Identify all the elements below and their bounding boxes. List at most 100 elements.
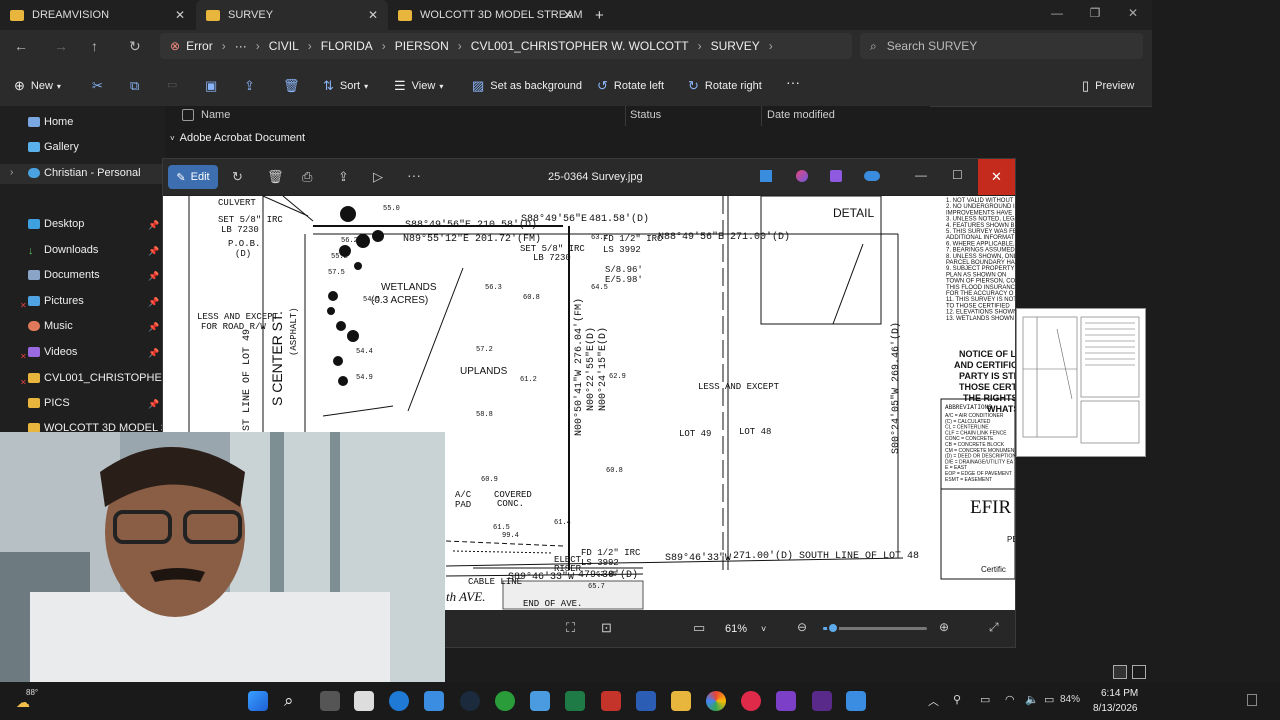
xbox-icon[interactable] (495, 691, 515, 711)
sidebar-item-onedrive[interactable]: Christian - Personal (28, 167, 141, 179)
photos-app-icon[interactable] (846, 691, 866, 711)
minimize-icon[interactable]: — (1038, 0, 1076, 30)
delete-icon[interactable]: 🗑 (267, 169, 284, 185)
view-button[interactable]: ☰ View ▾ (394, 78, 443, 94)
actual-size-icon[interactable]: ▭ (693, 620, 705, 636)
breadcrumb-florida[interactable]: FLORIDA (321, 39, 373, 53)
display-icon[interactable]: ▭ (980, 693, 990, 706)
close-viewer-button[interactable]: ✕ (978, 159, 1015, 195)
file-explorer-icon[interactable] (671, 691, 691, 711)
search-box[interactable]: ⌕ Search SURVEY (860, 33, 1143, 59)
refresh-icon[interactable]: ↻ (129, 38, 141, 55)
onedrive-icon[interactable] (864, 171, 880, 181)
minimize-icon[interactable]: — (915, 168, 927, 182)
app-icon[interactable] (776, 691, 796, 711)
new-button[interactable]: ⊕ New ▾ (14, 78, 61, 94)
close-tab-icon[interactable]: ✕ (368, 8, 378, 22)
photos-icon[interactable] (530, 691, 550, 711)
sidebar-item-desktop[interactable]: Desktop (28, 218, 84, 230)
up-arrow-icon[interactable]: ↑ (91, 38, 98, 54)
close-tab-icon[interactable]: ✕ (175, 8, 185, 22)
sidebar-item-downloads[interactable]: ↓ Downloads (28, 244, 98, 257)
breadcrumb-pierson[interactable]: PIERSON (395, 39, 449, 53)
network-icon[interactable]: ⚲ (953, 693, 961, 706)
designer-icon[interactable] (760, 170, 772, 182)
tab-dreamvision[interactable]: DREAMVISION ✕ (0, 0, 195, 30)
outlook-icon[interactable] (389, 691, 409, 711)
sidebar-item-documents[interactable]: Documents (28, 269, 100, 281)
details-view-icon[interactable] (1113, 665, 1127, 679)
word-icon[interactable] (636, 691, 656, 711)
app-icon[interactable] (354, 691, 374, 711)
set-background-button[interactable]: ▨ Set as background (472, 78, 582, 94)
excel-icon[interactable] (565, 691, 585, 711)
more-options-button[interactable]: ··· (786, 74, 800, 90)
zoom-in-icon[interactable]: ⊕ (939, 620, 949, 634)
fit-icon[interactable]: ⛶ (566, 620, 575, 636)
text-select-icon[interactable]: ⊡ (601, 620, 612, 636)
battery-icon[interactable]: ▭ (1044, 693, 1054, 706)
sidebar-item-home[interactable]: Home (28, 116, 73, 128)
sort-button[interactable]: ⇅ Sort ▾ (323, 78, 368, 94)
sidebar-item-music[interactable]: Music (28, 320, 73, 332)
sidebar-item-cvl001[interactable]: CVL001_CHRISTOPHER W (28, 372, 183, 384)
preview-button[interactable]: ▯ Preview (1082, 78, 1134, 94)
rotate-left-button[interactable]: ↺ Rotate left (597, 78, 664, 94)
forward-arrow-icon[interactable]: → (54, 38, 68, 54)
breadcrumb-cvl001[interactable]: CVL001_CHRISTOPHER W. WOLCOTT (471, 39, 689, 53)
zoom-slider[interactable] (823, 622, 927, 634)
more-button[interactable]: ··· (407, 167, 421, 183)
breadcrumb-survey[interactable]: SURVEY (711, 39, 760, 53)
app-icon[interactable] (812, 691, 832, 711)
rotate-icon[interactable]: ↻ (232, 169, 243, 185)
column-name[interactable]: Name (201, 109, 230, 121)
restore-icon[interactable]: ❐ (1076, 0, 1114, 30)
close-window-icon[interactable]: ✕ (1114, 0, 1152, 30)
zoom-dropdown[interactable]: 61% ˅ (719, 617, 779, 641)
slideshow-icon[interactable]: ▷ (373, 169, 383, 185)
fullscreen-icon[interactable]: ⤢ (989, 620, 999, 635)
expand-chevron-icon[interactable]: › (10, 167, 13, 178)
maximize-icon[interactable]: ☐ (952, 168, 963, 182)
share-icon[interactable]: ⇪ (338, 169, 349, 185)
address-bar[interactable]: ⊗ Error › ··· › CIVIL › FLORIDA › PIERSO… (160, 33, 852, 59)
column-date-modified[interactable]: Date modified (767, 109, 835, 121)
paste-icon[interactable]: ▭ (167, 78, 177, 91)
clipchamp-icon[interactable] (796, 170, 808, 182)
chrome-icon[interactable] (706, 691, 726, 711)
new-tab-icon[interactable]: + (585, 0, 615, 30)
ellipsis-button[interactable]: ··· (235, 39, 247, 53)
steam-icon[interactable] (460, 691, 480, 711)
chevron-up-icon[interactable]: ︿ (928, 693, 939, 709)
wifi-icon[interactable]: ◠ (1005, 693, 1015, 706)
delete-icon[interactable]: 🗑 (283, 78, 306, 94)
task-view-icon[interactable] (320, 691, 340, 711)
pdf-icon[interactable] (601, 691, 621, 711)
zoom-slider-thumb[interactable] (827, 622, 840, 634)
sidebar-item-pictures[interactable]: Pictures (28, 295, 84, 307)
breadcrumb-civil[interactable]: CIVIL (269, 39, 299, 53)
zoom-out-icon[interactable]: ⊖ (797, 620, 807, 634)
tab-survey[interactable]: SURVEY ✕ (196, 0, 388, 30)
column-status[interactable]: Status (630, 109, 661, 121)
tab-wolcott[interactable]: WOLCOTT 3D MODEL STREAM ✕ (388, 0, 583, 30)
print-icon[interactable]: ⎙ (302, 169, 312, 185)
media-player-icon[interactable] (741, 691, 761, 711)
clock-date[interactable]: 8/13/2026 (1093, 703, 1138, 714)
copy-icon[interactable]: ⧉ (130, 78, 145, 94)
select-all-checkbox[interactable] (182, 109, 194, 121)
rotate-right-button[interactable]: ↻ Rotate right (688, 78, 762, 94)
share-icon[interactable]: ⇪ (244, 78, 261, 94)
show-desktop-icon[interactable] (1247, 694, 1257, 706)
sidebar-item-gallery[interactable]: Gallery (28, 141, 79, 153)
start-icon[interactable] (248, 691, 268, 711)
back-arrow-icon[interactable]: ← (14, 38, 28, 54)
cut-icon[interactable]: ✂ (92, 78, 109, 94)
app-icon[interactable] (830, 170, 842, 182)
rename-icon[interactable]: ▣ (205, 78, 223, 94)
search-icon[interactable]: ⌕ (284, 691, 304, 711)
volume-icon[interactable]: 🔈 (1025, 693, 1039, 706)
sidebar-item-pics[interactable]: PICS (28, 397, 70, 409)
sidebar-item-videos[interactable]: Videos (28, 346, 77, 358)
tiles-view-icon[interactable] (1132, 665, 1146, 679)
